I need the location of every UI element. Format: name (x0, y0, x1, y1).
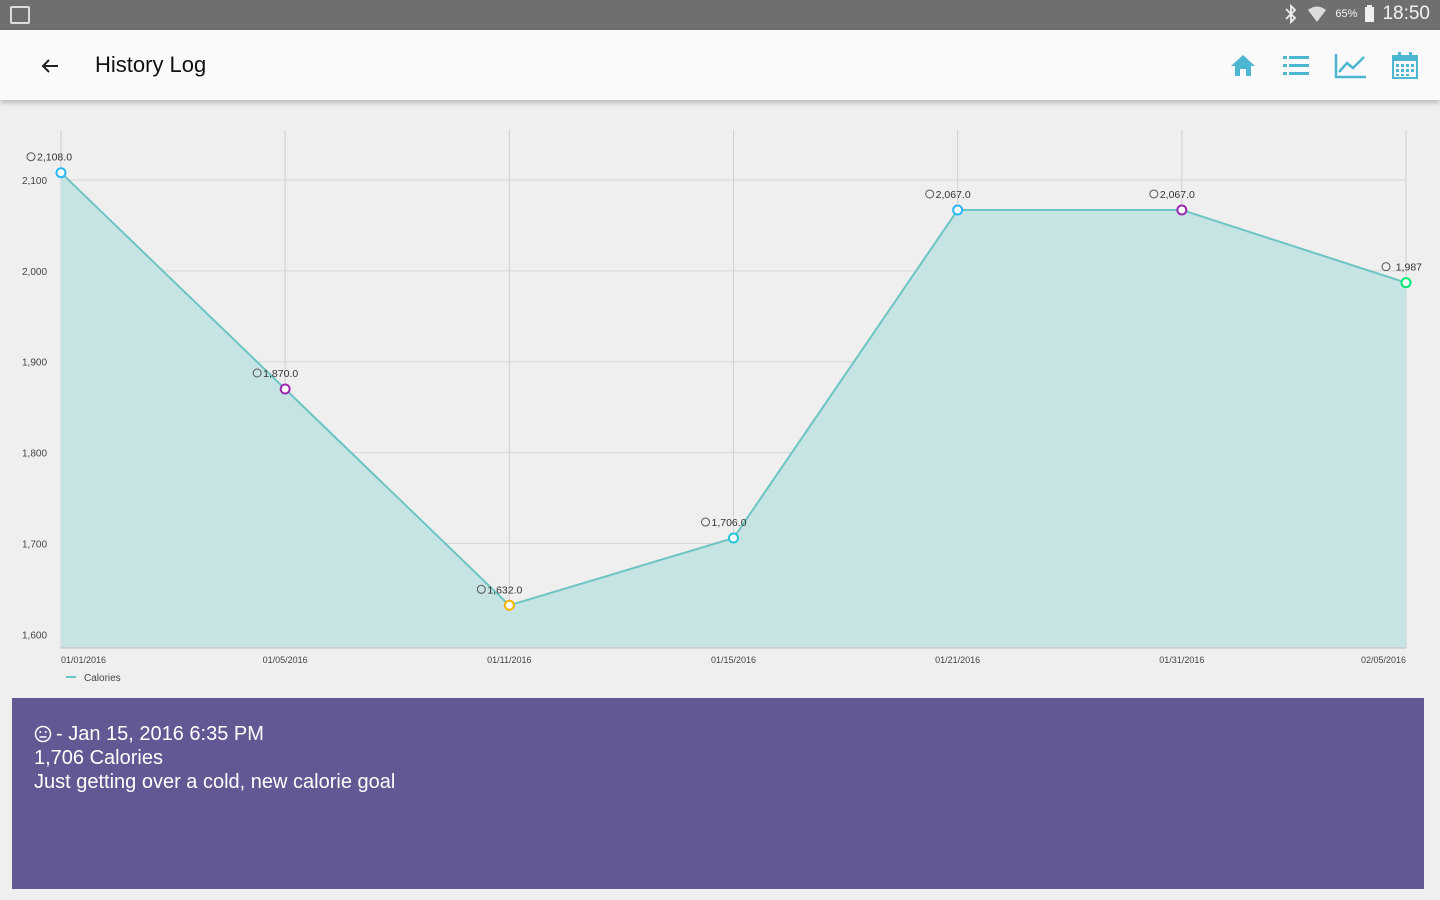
y-tick-label: 2,000 (22, 267, 47, 278)
data-point (503, 599, 515, 611)
calendar-button[interactable] (1389, 50, 1421, 82)
x-tick-label: 01/11/2016 (487, 655, 531, 665)
y-tick-label: 1,600 (22, 630, 47, 641)
app-bar: History Log (0, 30, 1440, 100)
screenshot-icon (10, 6, 30, 24)
data-point (952, 204, 964, 216)
entry-detail-panel[interactable]: - Jan 15, 2016 6:35 PM 1,706 Calories Ju… (12, 698, 1424, 889)
bluetooth-icon (1285, 4, 1297, 24)
x-tick-label: 01/15/2016 (711, 655, 756, 665)
detail-header-line: - Jan 15, 2016 6:35 PM (34, 722, 1402, 746)
legend-label-calories: Calories (84, 673, 121, 684)
home-icon (1231, 55, 1255, 76)
list-icon (1283, 56, 1309, 75)
page-title: History Log (95, 52, 207, 77)
calorie-history-chart[interactable]: 2,100 2,000 1,900 1,800 1,700 1,600 2,108.0 1,8… (0, 100, 1440, 695)
x-tick-label: 01/21/2016 (935, 655, 980, 665)
arrow-left-icon (41, 59, 58, 73)
chart-svg: 2,100 2,000 1,900 1,800 1,700 1,600 2,108.0 1,8… (22, 130, 1422, 684)
home-button[interactable] (1227, 50, 1259, 82)
neutral-face-icon (34, 725, 52, 743)
line-chart-icon (1334, 54, 1366, 79)
data-label: 1,987 (1396, 262, 1422, 274)
data-label-mood-icon (701, 517, 710, 527)
data-label-mood-icon (26, 152, 36, 162)
data-point (279, 383, 291, 395)
y-tick-label: 1,900 (22, 358, 47, 369)
detail-datetime: - Jan 15, 2016 6:35 PM (56, 723, 264, 745)
data-point (55, 167, 67, 179)
detail-calories: 1,706 Calories (34, 747, 163, 769)
back-button[interactable] (32, 48, 68, 84)
data-label: 2,108.0 (37, 152, 72, 164)
clock: 18:50 (1382, 3, 1430, 24)
y-tick-label: 1,700 (22, 539, 47, 550)
calendar-icon (1392, 52, 1418, 79)
y-tick-label: 2,100 (22, 176, 47, 187)
data-point (728, 532, 739, 544)
data-label: 1,706.0 (712, 517, 747, 529)
x-tick-label: 01/31/2016 (1159, 655, 1204, 665)
data-label: 1,870.0 (263, 368, 298, 380)
status-bar: 65% 18:50 (0, 0, 1440, 30)
data-point (1176, 204, 1188, 216)
battery-icon (1365, 4, 1375, 22)
graph-button[interactable] (1334, 50, 1366, 82)
list-button[interactable] (1281, 50, 1313, 82)
data-label-mood-icon (1381, 262, 1391, 272)
x-tick-label: 01/01/2016 (61, 655, 106, 665)
data-point (1400, 277, 1412, 289)
y-tick-label: 1,800 (22, 449, 47, 460)
data-label: 2,067.0 (1160, 189, 1195, 201)
data-label-mood-icon (925, 189, 935, 199)
data-label: 2,067.0 (936, 189, 971, 201)
battery-percent: 65% (1335, 8, 1358, 20)
status-right-group: 65% 18:50 (1283, 3, 1430, 25)
data-label: 1,632.0 (487, 584, 522, 596)
detail-note: Just getting over a cold, new calorie go… (34, 771, 396, 793)
x-tick-label: 01/05/2016 (263, 655, 308, 665)
data-label-mood-icon (1149, 189, 1159, 199)
x-tick-label: 02/05/2016 (1361, 655, 1406, 665)
wifi-icon (1308, 6, 1327, 22)
